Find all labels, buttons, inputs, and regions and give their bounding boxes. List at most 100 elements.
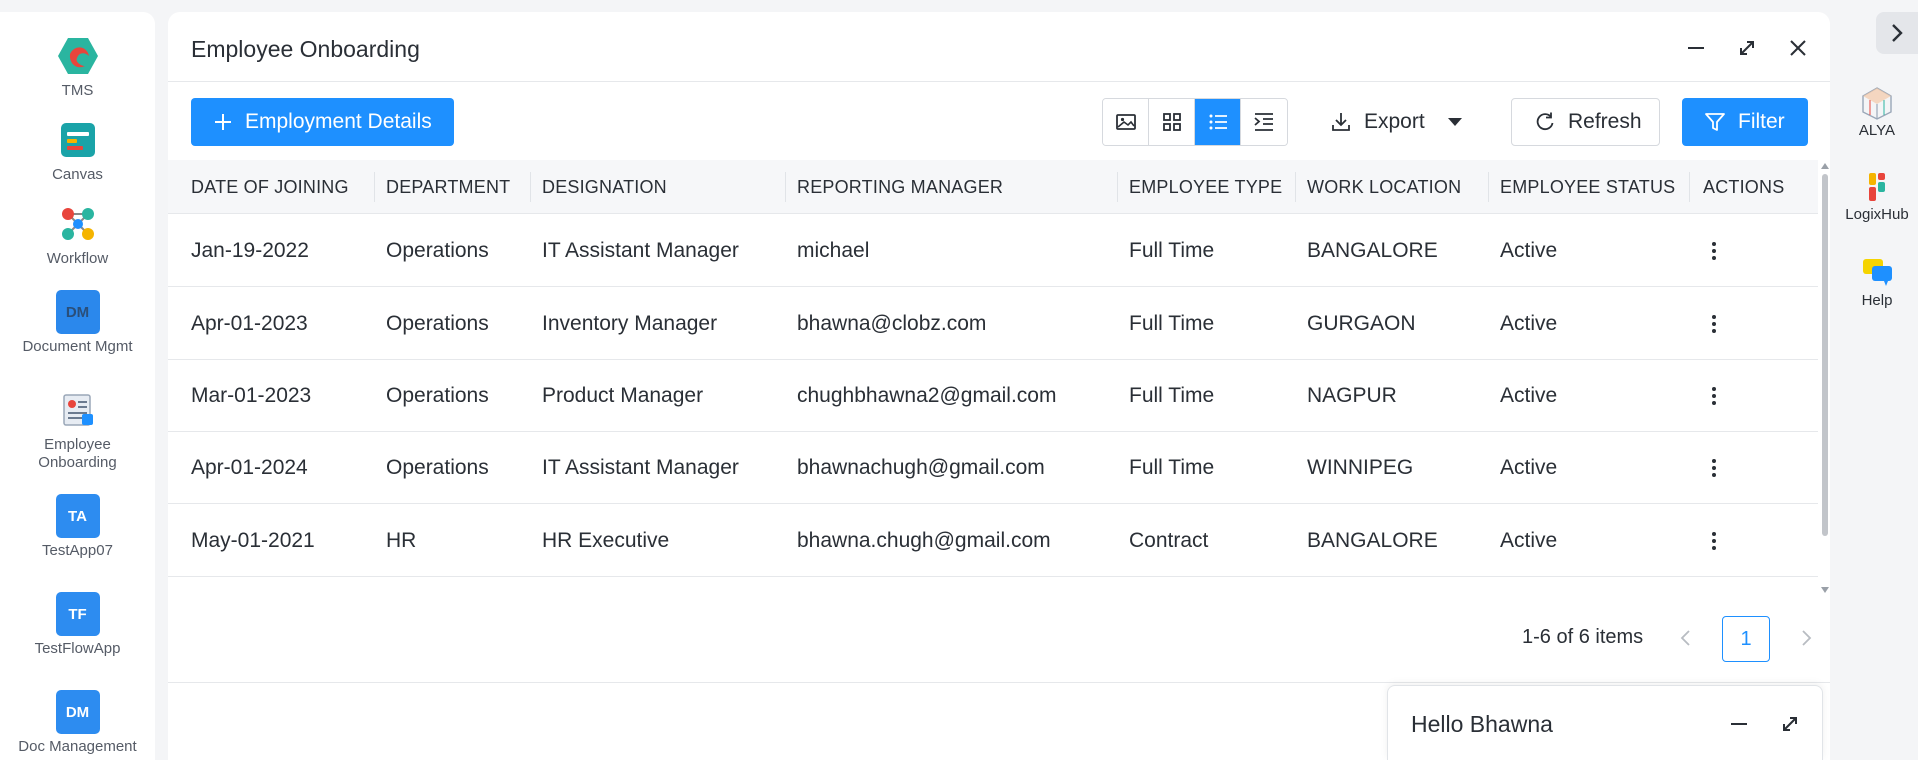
sidebar-app-label: TMS	[61, 82, 94, 99]
column-divider	[374, 172, 375, 202]
close-icon[interactable]	[1784, 34, 1812, 62]
column-divider	[1295, 172, 1296, 202]
table-scrollbar[interactable]	[1820, 162, 1830, 594]
app-sidebar: TMS Canvas Workflow DM Document Mgmt Emp…	[0, 12, 155, 760]
sidebar-app-workflow[interactable]: Workflow	[0, 202, 155, 268]
scroll-up-icon[interactable]	[1821, 162, 1829, 170]
chat-minimize-icon[interactable]	[1725, 710, 1753, 738]
filter-button[interactable]: Filter	[1682, 98, 1808, 146]
cell-employee-type: Contract	[1129, 529, 1209, 552]
previous-page-icon[interactable]	[1672, 624, 1700, 652]
row-actions-kebab-icon[interactable]	[1700, 382, 1728, 410]
refresh-label: Refresh	[1568, 110, 1642, 133]
cell-reporting-manager: bhawnachugh@gmail.com	[797, 456, 1045, 479]
indent-view-icon[interactable]	[1241, 99, 1287, 145]
cell-work-location: GURGAON	[1307, 312, 1416, 335]
employee-onboarding-window: Employee Onboarding Employment Details E…	[168, 12, 1830, 760]
scrollbar-thumb[interactable]	[1822, 174, 1828, 536]
tms-hexagon-icon	[56, 34, 100, 78]
cell-department: Operations	[386, 384, 489, 407]
sidebar-app-testflowapp[interactable]: TF TestFlowApp	[0, 592, 155, 658]
cell-employee-status: Active	[1500, 384, 1558, 407]
grid-view-icon[interactable]	[1149, 99, 1195, 145]
row-actions-kebab-icon[interactable]	[1700, 527, 1728, 555]
table-row[interactable]: Apr-01-2024 Operations IT Assistant Mana…	[168, 432, 1818, 504]
sidebar-app-label: TestFlowApp	[34, 640, 121, 657]
workflow-icon	[56, 202, 100, 246]
expand-icon[interactable]	[1733, 34, 1761, 62]
sidebar-app-label: Canvas	[52, 166, 103, 183]
cell-employee-status: Active	[1500, 239, 1558, 262]
filter-label: Filter	[1738, 110, 1785, 133]
row-actions-kebab-icon[interactable]	[1700, 310, 1728, 338]
help-chat-icon	[1863, 259, 1892, 286]
sidebar-app-canvas[interactable]: Canvas	[0, 118, 155, 184]
cell-date-of-joining: May-01-2021	[191, 529, 315, 552]
table-row[interactable]: Mar-01-2023 Operations Product Manager c…	[168, 360, 1818, 432]
view-switcher	[1102, 98, 1288, 146]
sidebar-app-employee-onboarding[interactable]: Employee Onboarding	[0, 388, 155, 472]
sidebar-app-label: Employee Onboarding	[38, 436, 117, 471]
employee-onboarding-icon	[56, 388, 100, 432]
cell-employee-type: Full Time	[1129, 239, 1215, 262]
pagination-summary: 1-6 of 6 items	[1522, 626, 1644, 648]
cell-employee-status: Active	[1500, 529, 1558, 552]
list-view-icon[interactable]	[1195, 99, 1241, 145]
table-row[interactable]: Jan-19-2022 Operations IT Assistant Mana…	[168, 215, 1818, 287]
column-header-employee-status[interactable]: EMPLOYEE STATUS	[1500, 160, 1675, 214]
sidebar-app-testapp07[interactable]: TA TestApp07	[0, 494, 155, 560]
divider	[168, 682, 1830, 683]
cell-designation: HR Executive	[542, 529, 670, 552]
refresh-icon	[1536, 112, 1554, 131]
page-title: Employee Onboarding	[191, 36, 420, 62]
sidebar-app-label: TestApp07	[42, 542, 113, 559]
rail-item-logixhub[interactable]: LogixHub	[1836, 170, 1918, 223]
table-row[interactable]: May-01-2021 HR HR Executive bhawna.chugh…	[168, 505, 1818, 577]
column-header-department[interactable]: DEPARTMENT	[386, 160, 510, 214]
rail-item-help[interactable]: Help	[1836, 256, 1918, 309]
table-row[interactable]: Apr-01-2023 Operations Inventory Manager…	[168, 288, 1818, 360]
cell-reporting-manager: bhawna.chugh@gmail.com	[797, 529, 1051, 552]
cell-date-of-joining: Apr-01-2024	[191, 456, 308, 479]
cell-employee-type: Full Time	[1129, 312, 1215, 335]
scroll-down-icon[interactable]	[1821, 586, 1829, 594]
rail-item-label: ALYA	[1858, 122, 1896, 139]
chat-panel[interactable]: Hello Bhawna	[1387, 685, 1823, 760]
testapp07-icon: TA	[55, 494, 100, 538]
column-divider	[785, 172, 786, 202]
cell-employee-status: Active	[1500, 456, 1558, 479]
collapse-panel-chevron-icon[interactable]	[1876, 12, 1918, 54]
add-button-label: Employment Details	[245, 110, 432, 133]
filter-icon	[1705, 113, 1725, 131]
column-header-reporting-manager[interactable]: REPORTING MANAGER	[797, 160, 1003, 214]
page-number-button[interactable]: 1	[1722, 616, 1770, 662]
sidebar-app-tms[interactable]: TMS	[0, 34, 155, 100]
row-actions-kebab-icon[interactable]	[1700, 237, 1728, 265]
column-header-date-of-joining[interactable]: DATE OF JOINING	[191, 160, 349, 214]
column-header-actions: ACTIONS	[1703, 176, 1785, 197]
refresh-button[interactable]: Refresh	[1511, 98, 1660, 146]
column-header-employee-type[interactable]: EMPLOYEE TYPE	[1129, 160, 1282, 214]
cell-designation: Product Manager	[542, 384, 704, 407]
column-header-designation[interactable]: DESIGNATION	[542, 160, 667, 214]
rail-item-alya[interactable]: ALYA	[1836, 86, 1918, 139]
plus-icon	[215, 114, 231, 130]
export-label: Export	[1364, 110, 1425, 133]
export-button[interactable]: Export	[1330, 98, 1463, 146]
column-header-work-location[interactable]: WORK LOCATION	[1307, 160, 1461, 214]
table-header: DATE OF JOINING DEPARTMENT DESIGNATION R…	[168, 160, 1818, 214]
cell-date-of-joining: Mar-01-2023	[191, 384, 312, 407]
row-actions-kebab-icon[interactable]	[1700, 454, 1728, 482]
alya-icon	[1862, 87, 1892, 120]
sidebar-app-document-mgmt[interactable]: DM Document Mgmt	[0, 290, 155, 356]
cell-employee-status: Active	[1500, 312, 1558, 335]
next-page-icon[interactable]	[1792, 624, 1820, 652]
sidebar-app-doc-management[interactable]: DM Doc Management	[0, 690, 155, 756]
document-mgmt-icon: DM	[55, 290, 100, 334]
cell-designation: IT Assistant Manager	[542, 456, 739, 479]
chat-expand-icon[interactable]	[1776, 710, 1804, 738]
add-employment-details-button[interactable]: Employment Details	[191, 98, 454, 146]
cell-designation: Inventory Manager	[542, 312, 718, 335]
minimize-icon[interactable]	[1682, 34, 1710, 62]
image-view-icon[interactable]	[1103, 99, 1149, 145]
